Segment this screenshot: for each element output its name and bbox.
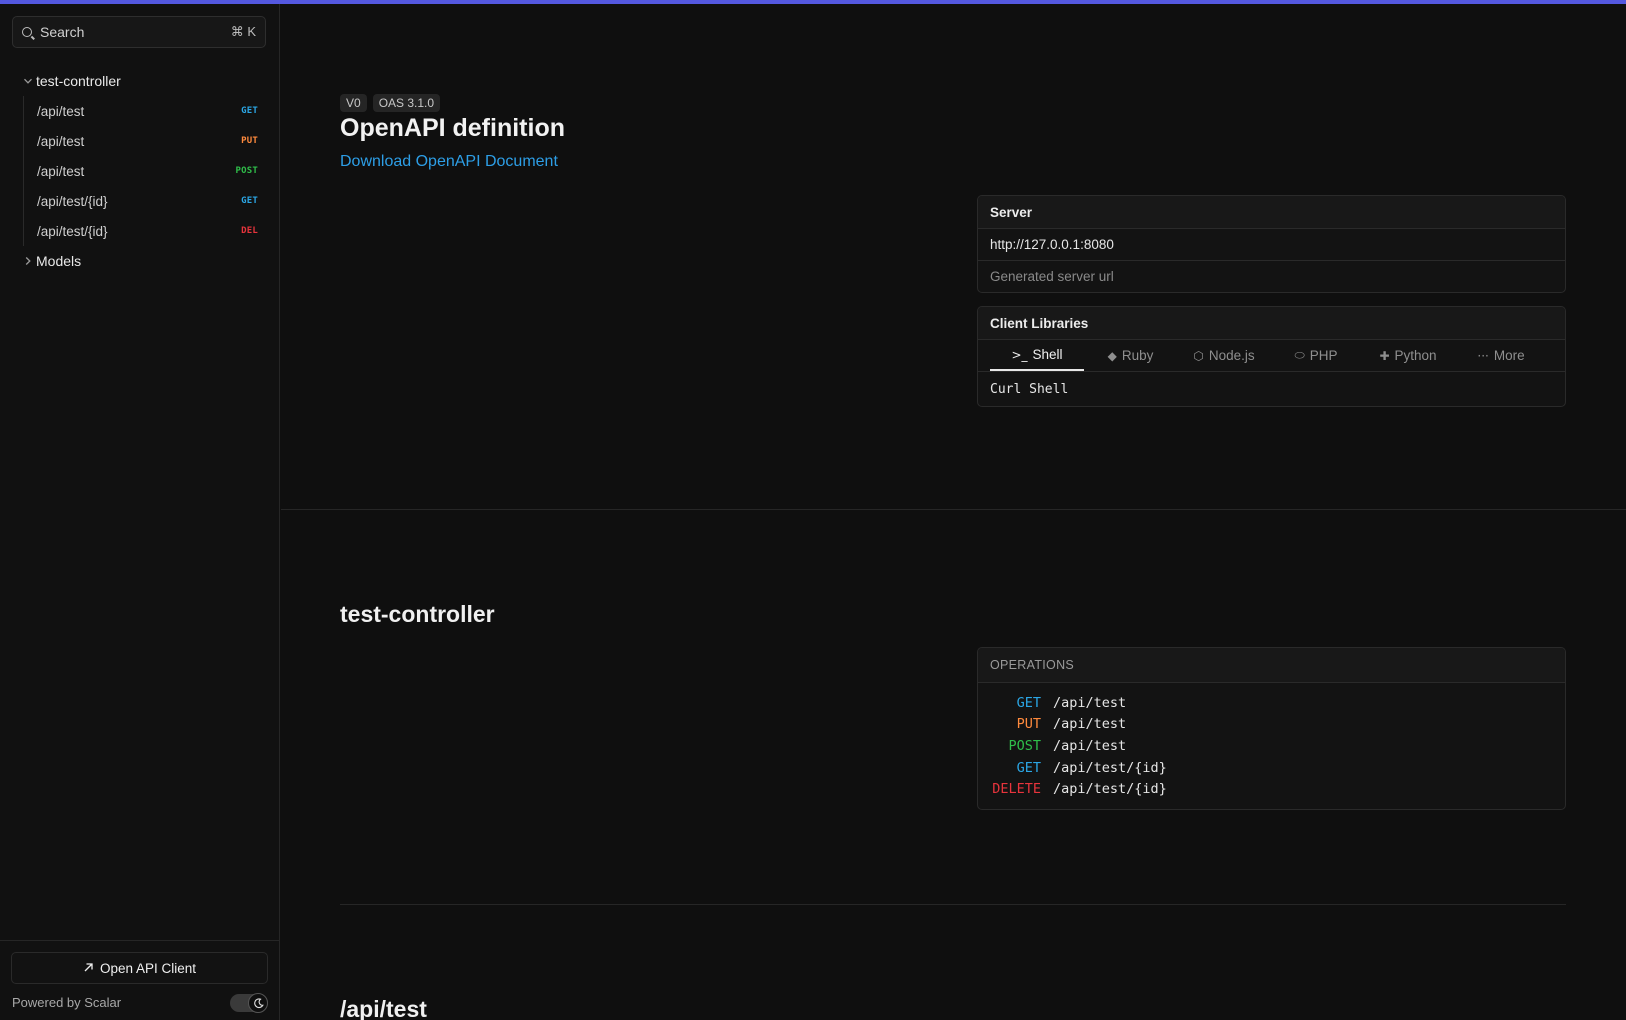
operation-path: /api/test bbox=[1053, 694, 1127, 711]
sidebar-group-models[interactable]: Models bbox=[0, 246, 280, 276]
operation-row[interactable]: DELETE /api/test/{id} bbox=[978, 778, 1565, 800]
tab-shell[interactable]: >_ Shell bbox=[990, 340, 1084, 371]
terminal-icon: >_ bbox=[1011, 347, 1028, 362]
open-api-client-button[interactable]: Open API Client bbox=[11, 952, 268, 984]
client-libraries-card: Client Libraries >_ Shell ◆ Ruby ⬡ Node.… bbox=[977, 306, 1566, 407]
nodejs-icon: ⬡ bbox=[1193, 348, 1204, 363]
operation-row[interactable]: GET /api/test/{id} bbox=[978, 757, 1565, 779]
method-badge-delete: DEL bbox=[241, 226, 258, 236]
search-input[interactable]: Search ⌘ K bbox=[12, 16, 266, 48]
ruby-icon: ◆ bbox=[1107, 348, 1117, 363]
server-url-select[interactable]: http://127.0.0.1:8080 bbox=[978, 229, 1565, 261]
tab-label: Python bbox=[1394, 348, 1437, 363]
server-card: Server http://127.0.0.1:8080 Generated s… bbox=[977, 195, 1566, 293]
operation-method: PUT bbox=[1016, 716, 1041, 733]
sidebar-item-post-api-test[interactable]: /api/test POST bbox=[23, 156, 280, 186]
sidebar-item-path: /api/test/{id} bbox=[37, 193, 108, 209]
page-title: OpenAPI definition bbox=[340, 114, 565, 142]
sidebar-item-get-api-test[interactable]: /api/test GET bbox=[23, 96, 280, 126]
python-icon: ✚ bbox=[1379, 348, 1390, 363]
sidebar-item-put-api-test[interactable]: /api/test PUT bbox=[23, 126, 280, 156]
sidebar-item-path: /api/test bbox=[37, 103, 85, 119]
operation-path: /api/test/{id} bbox=[1053, 759, 1167, 776]
tab-python[interactable]: ✚ Python bbox=[1361, 340, 1455, 371]
operations-card: OPERATIONS GET /api/test PUT /api/test P… bbox=[977, 647, 1566, 810]
sidebar-item-path: /api/test bbox=[37, 133, 85, 149]
chevron-down-icon bbox=[20, 73, 36, 89]
operation-row[interactable]: PUT /api/test bbox=[978, 714, 1565, 736]
tab-ruby[interactable]: ◆ Ruby bbox=[1084, 340, 1177, 371]
tab-label: PHP bbox=[1309, 348, 1338, 363]
tab-label: More bbox=[1493, 348, 1525, 363]
sidebar-item-path: /api/test bbox=[37, 163, 85, 179]
operation-method: DELETE bbox=[992, 781, 1041, 798]
operation-row[interactable]: GET /api/test bbox=[978, 692, 1565, 714]
server-heading: Server bbox=[978, 196, 1565, 229]
server-description: Generated server url bbox=[990, 269, 1114, 284]
search-shortcut: ⌘ K bbox=[230, 24, 256, 39]
section-divider bbox=[281, 509, 1626, 510]
sidebar-footer: Open API Client Powered by Scalar bbox=[0, 940, 279, 1020]
endpoint-section-title: /api/test bbox=[340, 996, 427, 1020]
sidebar-item-get-api-test-id[interactable]: /api/test/{id} GET bbox=[23, 186, 280, 216]
tab-more[interactable]: ··· More bbox=[1455, 340, 1547, 371]
main-content: V0 OAS 3.1.0 OpenAPI definition Download… bbox=[281, 4, 1626, 1020]
arrow-up-right-icon bbox=[83, 961, 94, 976]
method-badge-post: POST bbox=[235, 166, 258, 176]
operations-list: GET /api/test PUT /api/test POST /api/te… bbox=[978, 683, 1565, 809]
more-icon: ··· bbox=[1477, 348, 1489, 363]
operation-path: /api/test bbox=[1053, 716, 1127, 733]
oas-version-badge: OAS 3.1.0 bbox=[372, 94, 441, 112]
operation-path: /api/test bbox=[1053, 737, 1127, 754]
sidebar: Search ⌘ K test-controller /api/test GET… bbox=[0, 4, 280, 1020]
client-tabs: >_ Shell ◆ Ruby ⬡ Node.js ⬭ PHP ✚ Python… bbox=[978, 340, 1565, 372]
open-api-client-label: Open API Client bbox=[99, 960, 197, 976]
tab-label: Node.js bbox=[1208, 348, 1255, 363]
selected-client-label: Curl Shell bbox=[990, 381, 1069, 397]
method-badge-put: PUT bbox=[241, 136, 258, 146]
version-badges: V0 OAS 3.1.0 bbox=[340, 94, 441, 112]
tab-label: Shell bbox=[1032, 347, 1063, 362]
powered-by-text: Powered by Scalar bbox=[12, 995, 122, 1010]
client-libraries-heading: Client Libraries bbox=[978, 307, 1565, 340]
php-icon: ⬭ bbox=[1294, 348, 1305, 362]
moon-icon bbox=[248, 993, 268, 1013]
operations-heading: OPERATIONS bbox=[978, 648, 1565, 683]
sidebar-item-path: /api/test/{id} bbox=[37, 223, 108, 239]
operation-method: GET bbox=[1016, 694, 1041, 711]
sidebar-group-label: test-controller bbox=[36, 73, 121, 89]
tab-nodejs[interactable]: ⬡ Node.js bbox=[1177, 340, 1271, 371]
search-placeholder: Search bbox=[40, 24, 85, 40]
dark-mode-toggle[interactable] bbox=[230, 993, 268, 1013]
method-badge-get: GET bbox=[241, 196, 258, 206]
download-openapi-link[interactable]: Download OpenAPI Document bbox=[340, 153, 558, 171]
operation-path: /api/test/{id} bbox=[1053, 781, 1167, 798]
section-divider bbox=[340, 904, 1566, 905]
operation-method: GET bbox=[1016, 759, 1041, 776]
tab-label: Ruby bbox=[1121, 348, 1154, 363]
sidebar-tree: test-controller /api/test GET /api/test … bbox=[0, 66, 280, 276]
sidebar-group-label: Models bbox=[36, 253, 82, 269]
section-title: test-controller bbox=[340, 601, 495, 627]
sidebar-group-test-controller[interactable]: test-controller bbox=[0, 66, 280, 96]
sidebar-item-delete-api-test-id[interactable]: /api/test/{id} DEL bbox=[23, 216, 280, 246]
tab-php[interactable]: ⬭ PHP bbox=[1271, 340, 1361, 371]
chevron-right-icon bbox=[20, 253, 36, 269]
search-icon bbox=[22, 27, 32, 37]
version-badge: V0 bbox=[340, 94, 367, 112]
operation-row[interactable]: POST /api/test bbox=[978, 735, 1565, 757]
method-badge-get: GET bbox=[241, 106, 258, 116]
operation-method: POST bbox=[1008, 737, 1041, 754]
